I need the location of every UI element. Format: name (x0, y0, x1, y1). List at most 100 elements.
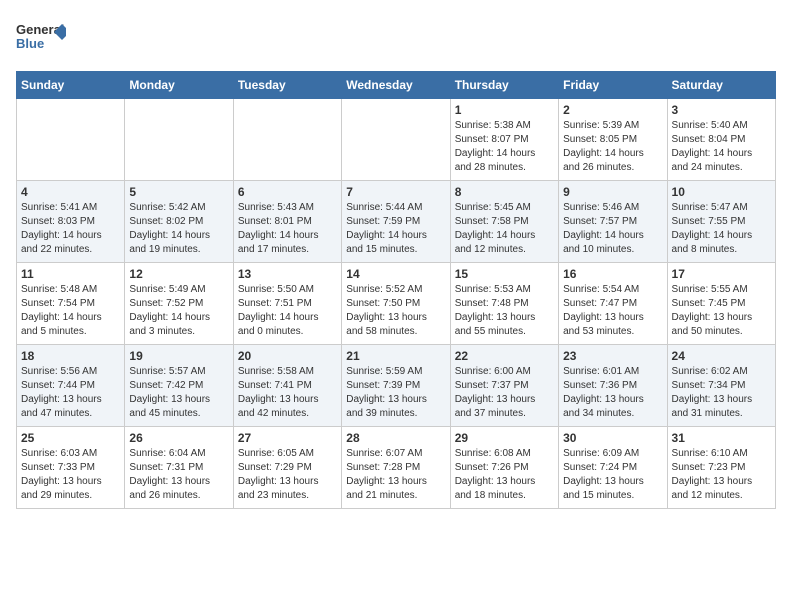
cell-info: Sunrise: 5:42 AM Sunset: 8:02 PM Dayligh… (129, 201, 228, 257)
calendar-table: SundayMondayTuesdayWednesdayThursdayFrid… (16, 71, 776, 509)
calendar-cell: 25 Sunrise: 6:03 AM Sunset: 7:33 PM Dayli… (17, 427, 125, 509)
cell-day-number: 9 (563, 185, 662, 199)
cell-info: Sunrise: 6:05 AM Sunset: 7:29 PM Dayligh… (238, 447, 337, 503)
calendar-cell: 30 Sunrise: 6:09 AM Sunset: 7:24 PM Dayli… (559, 427, 667, 509)
weekday-header-sunday: Sunday (17, 72, 125, 99)
calendar-cell: 5 Sunrise: 5:42 AM Sunset: 8:02 PM Daylig… (125, 181, 233, 263)
cell-info: Sunrise: 5:56 AM Sunset: 7:44 PM Dayligh… (21, 365, 120, 421)
week-row-1: 1 Sunrise: 5:38 AM Sunset: 8:07 PM Daylig… (17, 99, 776, 181)
cell-day-number: 2 (563, 103, 662, 117)
cell-info: Sunrise: 6:10 AM Sunset: 7:23 PM Dayligh… (672, 447, 771, 503)
weekday-header-wednesday: Wednesday (342, 72, 450, 99)
cell-day-number: 3 (672, 103, 771, 117)
cell-day-number: 1 (455, 103, 554, 117)
calendar-cell: 28 Sunrise: 6:07 AM Sunset: 7:28 PM Dayli… (342, 427, 450, 509)
cell-day-number: 22 (455, 349, 554, 363)
weekday-header-monday: Monday (125, 72, 233, 99)
cell-info: Sunrise: 6:00 AM Sunset: 7:37 PM Dayligh… (455, 365, 554, 421)
cell-day-number: 28 (346, 431, 445, 445)
cell-info: Sunrise: 6:02 AM Sunset: 7:34 PM Dayligh… (672, 365, 771, 421)
cell-day-number: 20 (238, 349, 337, 363)
cell-day-number: 29 (455, 431, 554, 445)
calendar-cell: 23 Sunrise: 6:01 AM Sunset: 7:36 PM Dayli… (559, 345, 667, 427)
cell-info: Sunrise: 5:52 AM Sunset: 7:50 PM Dayligh… (346, 283, 445, 339)
cell-day-number: 16 (563, 267, 662, 281)
cell-info: Sunrise: 5:58 AM Sunset: 7:41 PM Dayligh… (238, 365, 337, 421)
week-row-3: 11 Sunrise: 5:48 AM Sunset: 7:54 PM Dayli… (17, 263, 776, 345)
calendar-cell: 12Sunrise: 5:49 AM Sunset: 7:52 PM Dayli… (125, 263, 233, 345)
cell-info: Sunrise: 5:50 AM Sunset: 7:51 PM Dayligh… (238, 283, 337, 339)
cell-day-number: 15 (455, 267, 554, 281)
page-header: General Blue (16, 16, 776, 61)
cell-info: Sunrise: 5:49 AM Sunset: 7:52 PM Dayligh… (129, 283, 228, 339)
cell-info: Sunrise: 6:08 AM Sunset: 7:26 PM Dayligh… (455, 447, 554, 503)
cell-info: Sunrise: 6:01 AM Sunset: 7:36 PM Dayligh… (563, 365, 662, 421)
cell-info: Sunrise: 5:39 AM Sunset: 8:05 PM Dayligh… (563, 119, 662, 175)
cell-info: Sunrise: 5:59 AM Sunset: 7:39 PM Dayligh… (346, 365, 445, 421)
cell-info: Sunrise: 6:04 AM Sunset: 7:31 PM Dayligh… (129, 447, 228, 503)
cell-info: Sunrise: 5:47 AM Sunset: 7:55 PM Dayligh… (672, 201, 771, 257)
calendar-cell: 19Sunrise: 5:57 AM Sunset: 7:42 PM Dayli… (125, 345, 233, 427)
calendar-cell: 14 Sunrise: 5:52 AM Sunset: 7:50 PM Dayli… (342, 263, 450, 345)
cell-day-number: 5 (129, 185, 228, 199)
calendar-cell: 26 Sunrise: 6:04 AM Sunset: 7:31 PM Dayli… (125, 427, 233, 509)
calendar-cell: 27 Sunrise: 6:05 AM Sunset: 7:29 PM Dayli… (233, 427, 341, 509)
cell-day-number: 30 (563, 431, 662, 445)
calendar-cell: 9 Sunrise: 5:46 AM Sunset: 7:57 PM Daylig… (559, 181, 667, 263)
cell-info: Sunrise: 6:07 AM Sunset: 7:28 PM Dayligh… (346, 447, 445, 503)
cell-day-number: 31 (672, 431, 771, 445)
logo-svg: General Blue (16, 16, 66, 61)
cell-day-number: 11 (21, 267, 120, 281)
week-row-4: 18 Sunrise: 5:56 AM Sunset: 7:44 PM Dayli… (17, 345, 776, 427)
calendar-cell: 21 Sunrise: 5:59 AM Sunset: 7:39 PM Dayli… (342, 345, 450, 427)
calendar-cell: 4 Sunrise: 5:41 AM Sunset: 8:03 PM Daylig… (17, 181, 125, 263)
weekday-header-tuesday: Tuesday (233, 72, 341, 99)
cell-day-number: 8 (455, 185, 554, 199)
cell-day-number: 26 (129, 431, 228, 445)
calendar-cell: 24 Sunrise: 6:02 AM Sunset: 7:34 PM Dayli… (667, 345, 775, 427)
cell-day-number: 4 (21, 185, 120, 199)
logo: General Blue (16, 16, 66, 61)
calendar-cell: 13Sunrise: 5:50 AM Sunset: 7:51 PM Dayli… (233, 263, 341, 345)
cell-info: Sunrise: 5:46 AM Sunset: 7:57 PM Dayligh… (563, 201, 662, 257)
weekday-header-friday: Friday (559, 72, 667, 99)
calendar-cell: 18 Sunrise: 5:56 AM Sunset: 7:44 PM Dayli… (17, 345, 125, 427)
cell-day-number: 23 (563, 349, 662, 363)
cell-info: Sunrise: 5:54 AM Sunset: 7:47 PM Dayligh… (563, 283, 662, 339)
week-row-2: 4 Sunrise: 5:41 AM Sunset: 8:03 PM Daylig… (17, 181, 776, 263)
cell-day-number: 6 (238, 185, 337, 199)
calendar-cell: 16 Sunrise: 5:54 AM Sunset: 7:47 PM Dayli… (559, 263, 667, 345)
calendar-cell: 7Sunrise: 5:44 AM Sunset: 7:59 PM Daylig… (342, 181, 450, 263)
calendar-cell: 17Sunrise: 5:55 AM Sunset: 7:45 PM Dayli… (667, 263, 775, 345)
calendar-cell (17, 99, 125, 181)
calendar-cell (125, 99, 233, 181)
week-row-5: 25 Sunrise: 6:03 AM Sunset: 7:33 PM Dayli… (17, 427, 776, 509)
cell-info: Sunrise: 5:48 AM Sunset: 7:54 PM Dayligh… (21, 283, 120, 339)
cell-info: Sunrise: 5:53 AM Sunset: 7:48 PM Dayligh… (455, 283, 554, 339)
cell-info: Sunrise: 5:38 AM Sunset: 8:07 PM Dayligh… (455, 119, 554, 175)
calendar-cell: 31 Sunrise: 6:10 AM Sunset: 7:23 PM Dayli… (667, 427, 775, 509)
cell-info: Sunrise: 6:03 AM Sunset: 7:33 PM Dayligh… (21, 447, 120, 503)
calendar-cell: 20 Sunrise: 5:58 AM Sunset: 7:41 PM Dayli… (233, 345, 341, 427)
cell-info: Sunrise: 5:45 AM Sunset: 7:58 PM Dayligh… (455, 201, 554, 257)
calendar-cell: 1 Sunrise: 5:38 AM Sunset: 8:07 PM Daylig… (450, 99, 558, 181)
header-row: SundayMondayTuesdayWednesdayThursdayFrid… (17, 72, 776, 99)
cell-day-number: 25 (21, 431, 120, 445)
cell-day-number: 19 (129, 349, 228, 363)
cell-day-number: 17 (672, 267, 771, 281)
cell-day-number: 14 (346, 267, 445, 281)
cell-day-number: 27 (238, 431, 337, 445)
cell-day-number: 7 (346, 185, 445, 199)
calendar-cell: 2 Sunrise: 5:39 AM Sunset: 8:05 PM Daylig… (559, 99, 667, 181)
calendar-cell: 3Sunrise: 5:40 AM Sunset: 8:04 PM Daylig… (667, 99, 775, 181)
cell-day-number: 24 (672, 349, 771, 363)
cell-day-number: 21 (346, 349, 445, 363)
calendar-cell (233, 99, 341, 181)
cell-info: Sunrise: 6:09 AM Sunset: 7:24 PM Dayligh… (563, 447, 662, 503)
cell-info: Sunrise: 5:41 AM Sunset: 8:03 PM Dayligh… (21, 201, 120, 257)
calendar-cell: 22 Sunrise: 6:00 AM Sunset: 7:37 PM Dayli… (450, 345, 558, 427)
cell-day-number: 18 (21, 349, 120, 363)
calendar-cell (342, 99, 450, 181)
weekday-header-saturday: Saturday (667, 72, 775, 99)
calendar-cell: 10Sunrise: 5:47 AM Sunset: 7:55 PM Dayli… (667, 181, 775, 263)
